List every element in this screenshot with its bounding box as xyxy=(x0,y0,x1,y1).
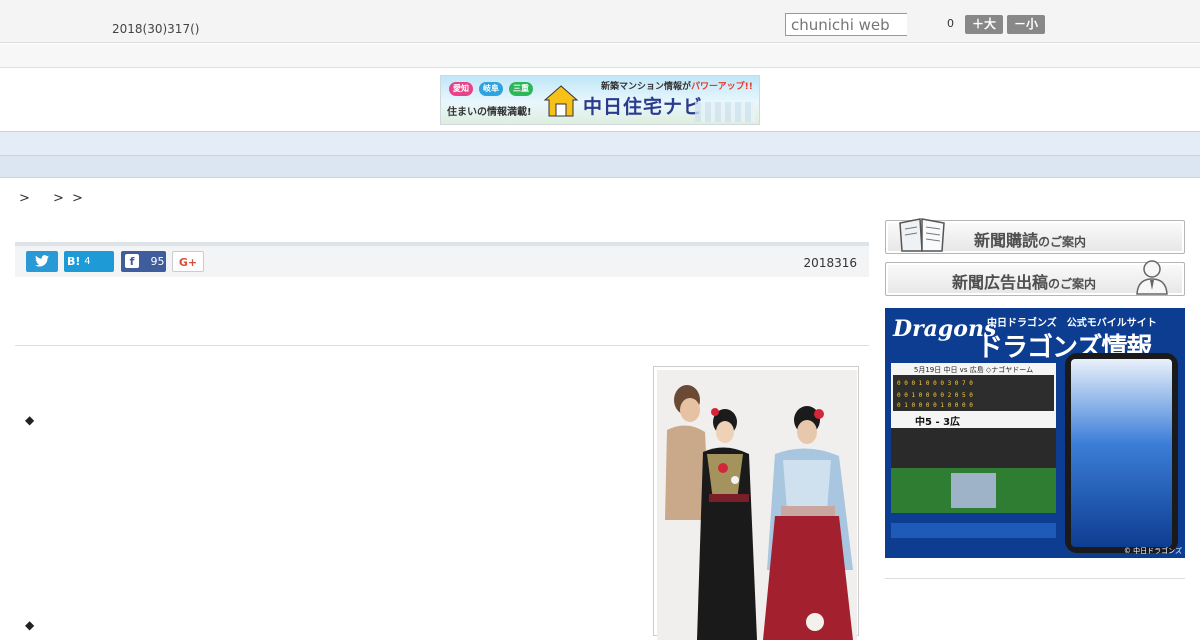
subscription-suffix: のご案内 xyxy=(1038,235,1087,249)
sub-header-bar xyxy=(0,44,1200,68)
dragons-score: 中5 - 3広 xyxy=(915,417,961,428)
sub-nav-bar xyxy=(0,156,1200,178)
hatena-bookmark-button[interactable]: B! 4 xyxy=(64,251,114,272)
font-smaller-button[interactable]: －小 xyxy=(1007,15,1045,34)
subscription-label: 新聞購読のご案内 xyxy=(974,227,1086,251)
hatena-label: B! xyxy=(67,255,81,268)
font-larger-button[interactable]: ＋大 xyxy=(965,15,1003,34)
google-plus-share-button[interactable]: G+ xyxy=(172,251,204,272)
facebook-icon: f xyxy=(125,254,139,268)
twitter-share-button[interactable] xyxy=(26,251,58,272)
banner-prefecture-3: 三重 xyxy=(509,82,533,96)
main-nav xyxy=(0,131,1200,156)
article-photo-frame[interactable] xyxy=(653,366,859,640)
housing-navi-banner[interactable]: 愛知 岐阜 三重 住まいの情報満載! 新築マンション情報がパワーアップ!! 中日… xyxy=(440,75,760,125)
ad-main-text: 新聞広告出稿 xyxy=(952,273,1049,292)
banner-top-message-accent: パワーアップ!! xyxy=(691,82,753,92)
dragons-game-panel: 5月19日 中日 vs 広島 ◇ナゴヤドーム 0 0 0 1 0 0 0 3 0… xyxy=(891,363,1056,538)
twitter-icon xyxy=(35,255,49,267)
banner-prefecture-2: 岐阜 xyxy=(479,82,503,96)
subscription-main-text: 新聞購読 xyxy=(974,231,1039,250)
house-icon xyxy=(543,85,579,117)
scoreboard-graphic: 0 0 0 1 0 0 0 3 0 7 0 0 0 1 0 0 0 0 2 0 … xyxy=(893,375,1054,411)
newspaper-subscription-button[interactable]: 新聞購読のご案内 xyxy=(885,218,1185,254)
dragons-copyright: © 中日ドラゴンズ xyxy=(1123,547,1182,555)
newspaper-ad-button[interactable]: 新聞広告出稿のご案内 xyxy=(885,260,1185,296)
dragons-mobile-ad[interactable]: Dragons 中日ドラゴンズ 公式モバイルサイト ドラゴンズ情報 5月19日 … xyxy=(885,308,1185,558)
top-bar: 2018(30)317() 0 ＋大 －小 xyxy=(0,0,1200,43)
banner-top-message: 新築マンション情報がパワーアップ!! xyxy=(601,79,753,92)
banner-tagline: 住まいの情報満載! xyxy=(447,107,532,118)
publish-date: 2018316 xyxy=(803,256,857,270)
article-photo xyxy=(657,370,857,640)
banner-brand: 中日住宅ナビ xyxy=(583,96,704,118)
header-date: 2018(30)317() xyxy=(112,22,200,36)
facebook-share-button[interactable]: f 95 xyxy=(121,251,166,272)
svg-text:0 0 1 0 0 0 0 2 0 5 0: 0 0 1 0 0 0 0 2 0 5 0 xyxy=(897,392,973,399)
facebook-count: 95 xyxy=(150,255,165,268)
banner-city-graphic xyxy=(695,102,755,122)
dragons-phone-graphic xyxy=(1065,353,1178,553)
phone-screen xyxy=(1071,359,1172,547)
ad-suffix: のご案内 xyxy=(1048,277,1097,291)
hatena-count: 4 xyxy=(84,256,91,267)
field-graphic xyxy=(891,428,1056,538)
photo-illustration xyxy=(657,370,857,640)
newspaper-icon xyxy=(899,218,945,252)
search-input[interactable] xyxy=(785,13,907,36)
svg-text:0 1 0 0 0 0 1 0 0 0 0: 0 1 0 0 0 0 1 0 0 0 0 xyxy=(897,402,973,409)
sidebar-divider xyxy=(885,578,1185,579)
svg-text:0 0 0 1 0 0 0 3 0 7 0: 0 0 0 1 0 0 0 3 0 7 0 xyxy=(897,380,973,387)
person-icon xyxy=(1136,260,1168,295)
dragons-game-header: 5月19日 中日 vs 広島 ◇ナゴヤドーム xyxy=(913,366,1034,374)
breadcrumb[interactable]: > > > xyxy=(19,187,85,206)
banner-top-message-prefix: 新築マンション情報が xyxy=(601,82,692,92)
ad-label: 新聞広告出稿のご案内 xyxy=(952,269,1096,293)
banner-prefecture-1: 愛知 xyxy=(449,82,473,96)
share-bar: B! 4 f 95 G+ 2018316 xyxy=(15,242,869,277)
article-bullet-1: ◆ xyxy=(25,413,35,427)
content-divider xyxy=(15,345,869,346)
counter-value: 0 xyxy=(947,17,954,30)
